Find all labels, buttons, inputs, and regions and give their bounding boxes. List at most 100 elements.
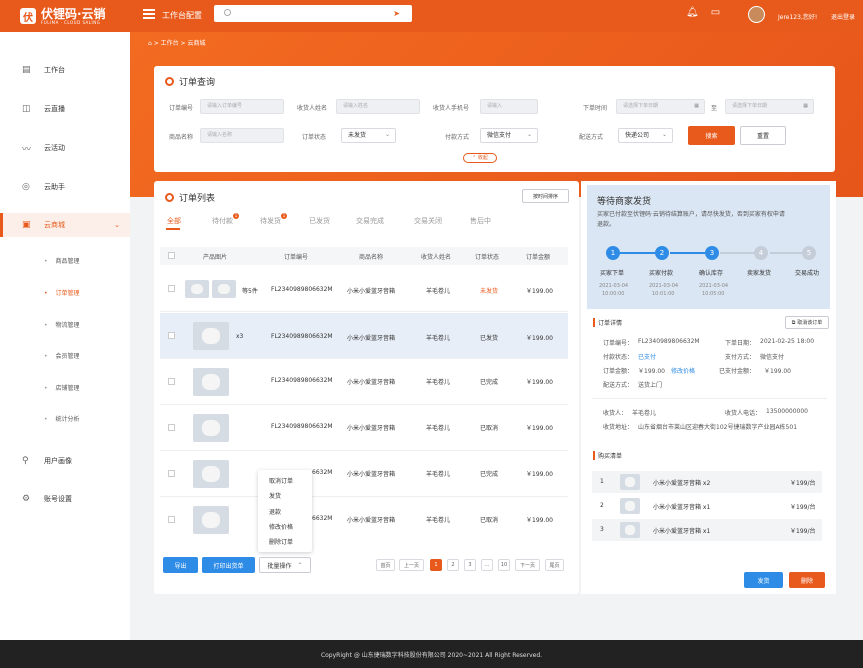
tab-after-sales[interactable]: 售后中 bbox=[470, 216, 491, 226]
phone-input[interactable]: 请输入 bbox=[480, 99, 538, 114]
col-status: 订单状态 bbox=[475, 254, 500, 261]
bell-icon[interactable]: 🔔︎ bbox=[686, 7, 699, 18]
tab-completed[interactable]: 交易完成 bbox=[356, 216, 384, 226]
payment-select[interactable]: 微信支付 bbox=[480, 128, 538, 143]
table-row[interactable]: 6632M 小米小爱蓝牙音箱 羊毛卷儿 已完成 ￥199.00 bbox=[160, 451, 568, 497]
user-greeting[interactable]: Jere123,您好! bbox=[778, 12, 817, 21]
sidebar-item-assistant[interactable]: ◎ 云助手 bbox=[0, 175, 130, 199]
search-input[interactable]: ➤ bbox=[214, 5, 412, 22]
export-button[interactable]: 导出 bbox=[163, 557, 198, 573]
page-prev[interactable]: 上一页 bbox=[399, 559, 424, 571]
workspace-config-link[interactable]: 工作台配置 bbox=[162, 10, 202, 21]
table-row[interactable]: x3 FL2340989806632M 小米小爱蓝牙音箱 羊毛卷儿 已发货 ￥1… bbox=[160, 313, 568, 359]
table-row[interactable]: 等5件 FL2340989806632M 小米小爱蓝牙音箱 羊毛卷儿 未发货 ￥… bbox=[160, 266, 568, 312]
sidebar bbox=[0, 32, 130, 640]
search-button[interactable]: 搜索 bbox=[688, 126, 735, 145]
menu-ship[interactable]: 发货 bbox=[269, 491, 281, 500]
query-title: 订单查询 bbox=[165, 75, 215, 88]
row-checkbox[interactable] bbox=[168, 332, 175, 339]
row-checkbox[interactable] bbox=[168, 285, 175, 292]
subnav-logistics[interactable]: 物流管理 bbox=[44, 320, 80, 329]
page-10[interactable]: 10 bbox=[498, 559, 510, 571]
sidebar-item-live[interactable]: ◫ 云直播 bbox=[0, 97, 130, 121]
product-image bbox=[193, 322, 229, 350]
receiver-input[interactable]: 请输入姓名 bbox=[336, 99, 420, 114]
step-label: 买家付款 bbox=[649, 270, 674, 277]
step-time: 10:05:00 bbox=[702, 291, 725, 297]
divider bbox=[592, 398, 827, 399]
menu-modify-price[interactable]: 修改价格 bbox=[269, 522, 293, 531]
sidebar-item-mall[interactable]: ▣ 云商城 ⌄ bbox=[0, 213, 130, 237]
tab-pending-shipment[interactable]: 待发货 1 bbox=[260, 213, 287, 226]
step-label: 卖家发货 bbox=[747, 270, 772, 277]
end-date-input[interactable]: 请选择下单日期 ▦ bbox=[725, 99, 814, 114]
product-name: 小米小爱蓝牙音箱 bbox=[347, 379, 396, 386]
hamburger-menu-icon[interactable] bbox=[143, 9, 155, 19]
delete-button[interactable]: 删除 bbox=[789, 572, 825, 588]
table-row[interactable]: FL2340989806632M 小米小爱蓝牙音箱 羊毛卷儿 已完成 ￥199.… bbox=[160, 359, 568, 405]
message-icon[interactable]: ▭ bbox=[711, 7, 720, 18]
pay-status-label: 付款状态： bbox=[603, 354, 634, 361]
sidebar-item-user-profile[interactable]: ⚲ 用户画像 bbox=[0, 449, 130, 473]
page-last[interactable]: 尾页 bbox=[545, 559, 564, 571]
breadcrumb[interactable]: ⌂ > 工作台 > 云商城 bbox=[148, 38, 206, 47]
table-row[interactable]: FL2340989806632M 小米小爱蓝牙音箱 羊毛卷儿 已取消 ￥199.… bbox=[160, 405, 568, 451]
sidebar-item-activity[interactable]: 〰云活动 bbox=[0, 136, 130, 160]
subnav-orders[interactable]: 订单管理 bbox=[44, 288, 80, 297]
batch-operations-button[interactable]: 批量操作 ⌃ bbox=[259, 557, 311, 573]
tab-pending-payment[interactable]: 待付款 1 bbox=[212, 213, 239, 226]
menu-delete-order[interactable]: 删除订单 bbox=[269, 537, 293, 546]
subnav-statistics[interactable]: 统计分析 bbox=[44, 414, 80, 423]
logout-link[interactable]: 退出登录 bbox=[831, 12, 855, 21]
menu-cancel-order[interactable]: 取消订单 bbox=[269, 476, 293, 485]
order-no-input[interactable]: 请输入订单编号 bbox=[200, 99, 284, 114]
row-checkbox[interactable] bbox=[168, 516, 175, 523]
send-icon[interactable]: ➤ bbox=[393, 9, 400, 18]
batch-actions-menu: 取消订单 发货 退款 修改价格 删除订单 bbox=[258, 470, 312, 552]
subnav-products[interactable]: 商品管理 bbox=[44, 256, 80, 265]
tab-all[interactable]: 全部 bbox=[167, 216, 181, 226]
page-3[interactable]: 3 bbox=[464, 559, 476, 571]
page-1[interactable]: 1 bbox=[430, 559, 442, 571]
list-item: 2 小米小爱蓝牙音箱 x1 ￥199/台 bbox=[592, 495, 822, 517]
avatar[interactable] bbox=[748, 6, 765, 23]
page-2[interactable]: 2 bbox=[447, 559, 459, 571]
assistant-icon: ◎ bbox=[22, 182, 30, 192]
status-select[interactable]: 未发货 bbox=[341, 128, 396, 143]
cancel-order-button[interactable]: ⧉ 取消该订单 bbox=[785, 316, 829, 329]
mall-icon: ▣ bbox=[22, 220, 31, 230]
product-name: 小米小爱蓝牙音箱 bbox=[347, 425, 396, 432]
subnav-members[interactable]: 会员管理 bbox=[44, 351, 80, 360]
row-checkbox[interactable] bbox=[168, 424, 175, 431]
start-date-input[interactable]: 请选择下单日期 ▦ bbox=[616, 99, 705, 114]
receiver: 羊毛卷儿 bbox=[426, 335, 451, 342]
collapse-toggle[interactable]: ⌃ 收起 bbox=[463, 153, 497, 163]
logo[interactable]: 伏 伏锂码·云销 FULIMA · CLOUD SALING bbox=[0, 0, 130, 32]
table-row[interactable]: 6632M 小米小爱蓝牙音箱 羊毛卷儿 已取消 ￥199.00 bbox=[160, 497, 568, 543]
order-no: 6632M bbox=[312, 469, 333, 476]
order-no: 6632M bbox=[312, 515, 333, 522]
sort-by-time-button[interactable]: 按时间排序 bbox=[522, 189, 569, 203]
sidebar-item-account-settings[interactable]: ⚙ 账号设置 bbox=[0, 487, 130, 511]
modify-price-link[interactable]: 修改价格 bbox=[671, 366, 695, 375]
page-first[interactable]: 首页 bbox=[376, 559, 395, 571]
step-connector bbox=[720, 252, 755, 254]
col-order-no: 订单编号 bbox=[284, 254, 309, 261]
delivery-select[interactable]: 快递公司 bbox=[618, 128, 673, 143]
step-label: 确认库存 bbox=[699, 270, 724, 277]
reset-button[interactable]: 重置 bbox=[740, 126, 786, 145]
tab-closed[interactable]: 交易关闭 bbox=[414, 216, 442, 226]
tab-shipped[interactable]: 已发货 bbox=[309, 216, 330, 226]
ship-button[interactable]: 发货 bbox=[744, 572, 783, 588]
subnav-shops[interactable]: 店铺管理 bbox=[44, 383, 80, 392]
sidebar-item-dashboard[interactable]: ▤ 工作台 bbox=[0, 58, 130, 82]
print-shipping-button[interactable]: 打印出货单 bbox=[202, 557, 255, 573]
menu-refund[interactable]: 退款 bbox=[269, 507, 281, 516]
select-all-checkbox[interactable] bbox=[168, 252, 175, 259]
chevron-up-icon: ⌃ bbox=[297, 561, 303, 569]
product-input[interactable]: 请输入名称 bbox=[200, 128, 284, 143]
page-next[interactable]: 下一页 bbox=[515, 559, 540, 571]
row-checkbox[interactable] bbox=[168, 378, 175, 385]
row-checkbox[interactable] bbox=[168, 470, 175, 477]
product-label: 商品名称 bbox=[169, 134, 194, 141]
